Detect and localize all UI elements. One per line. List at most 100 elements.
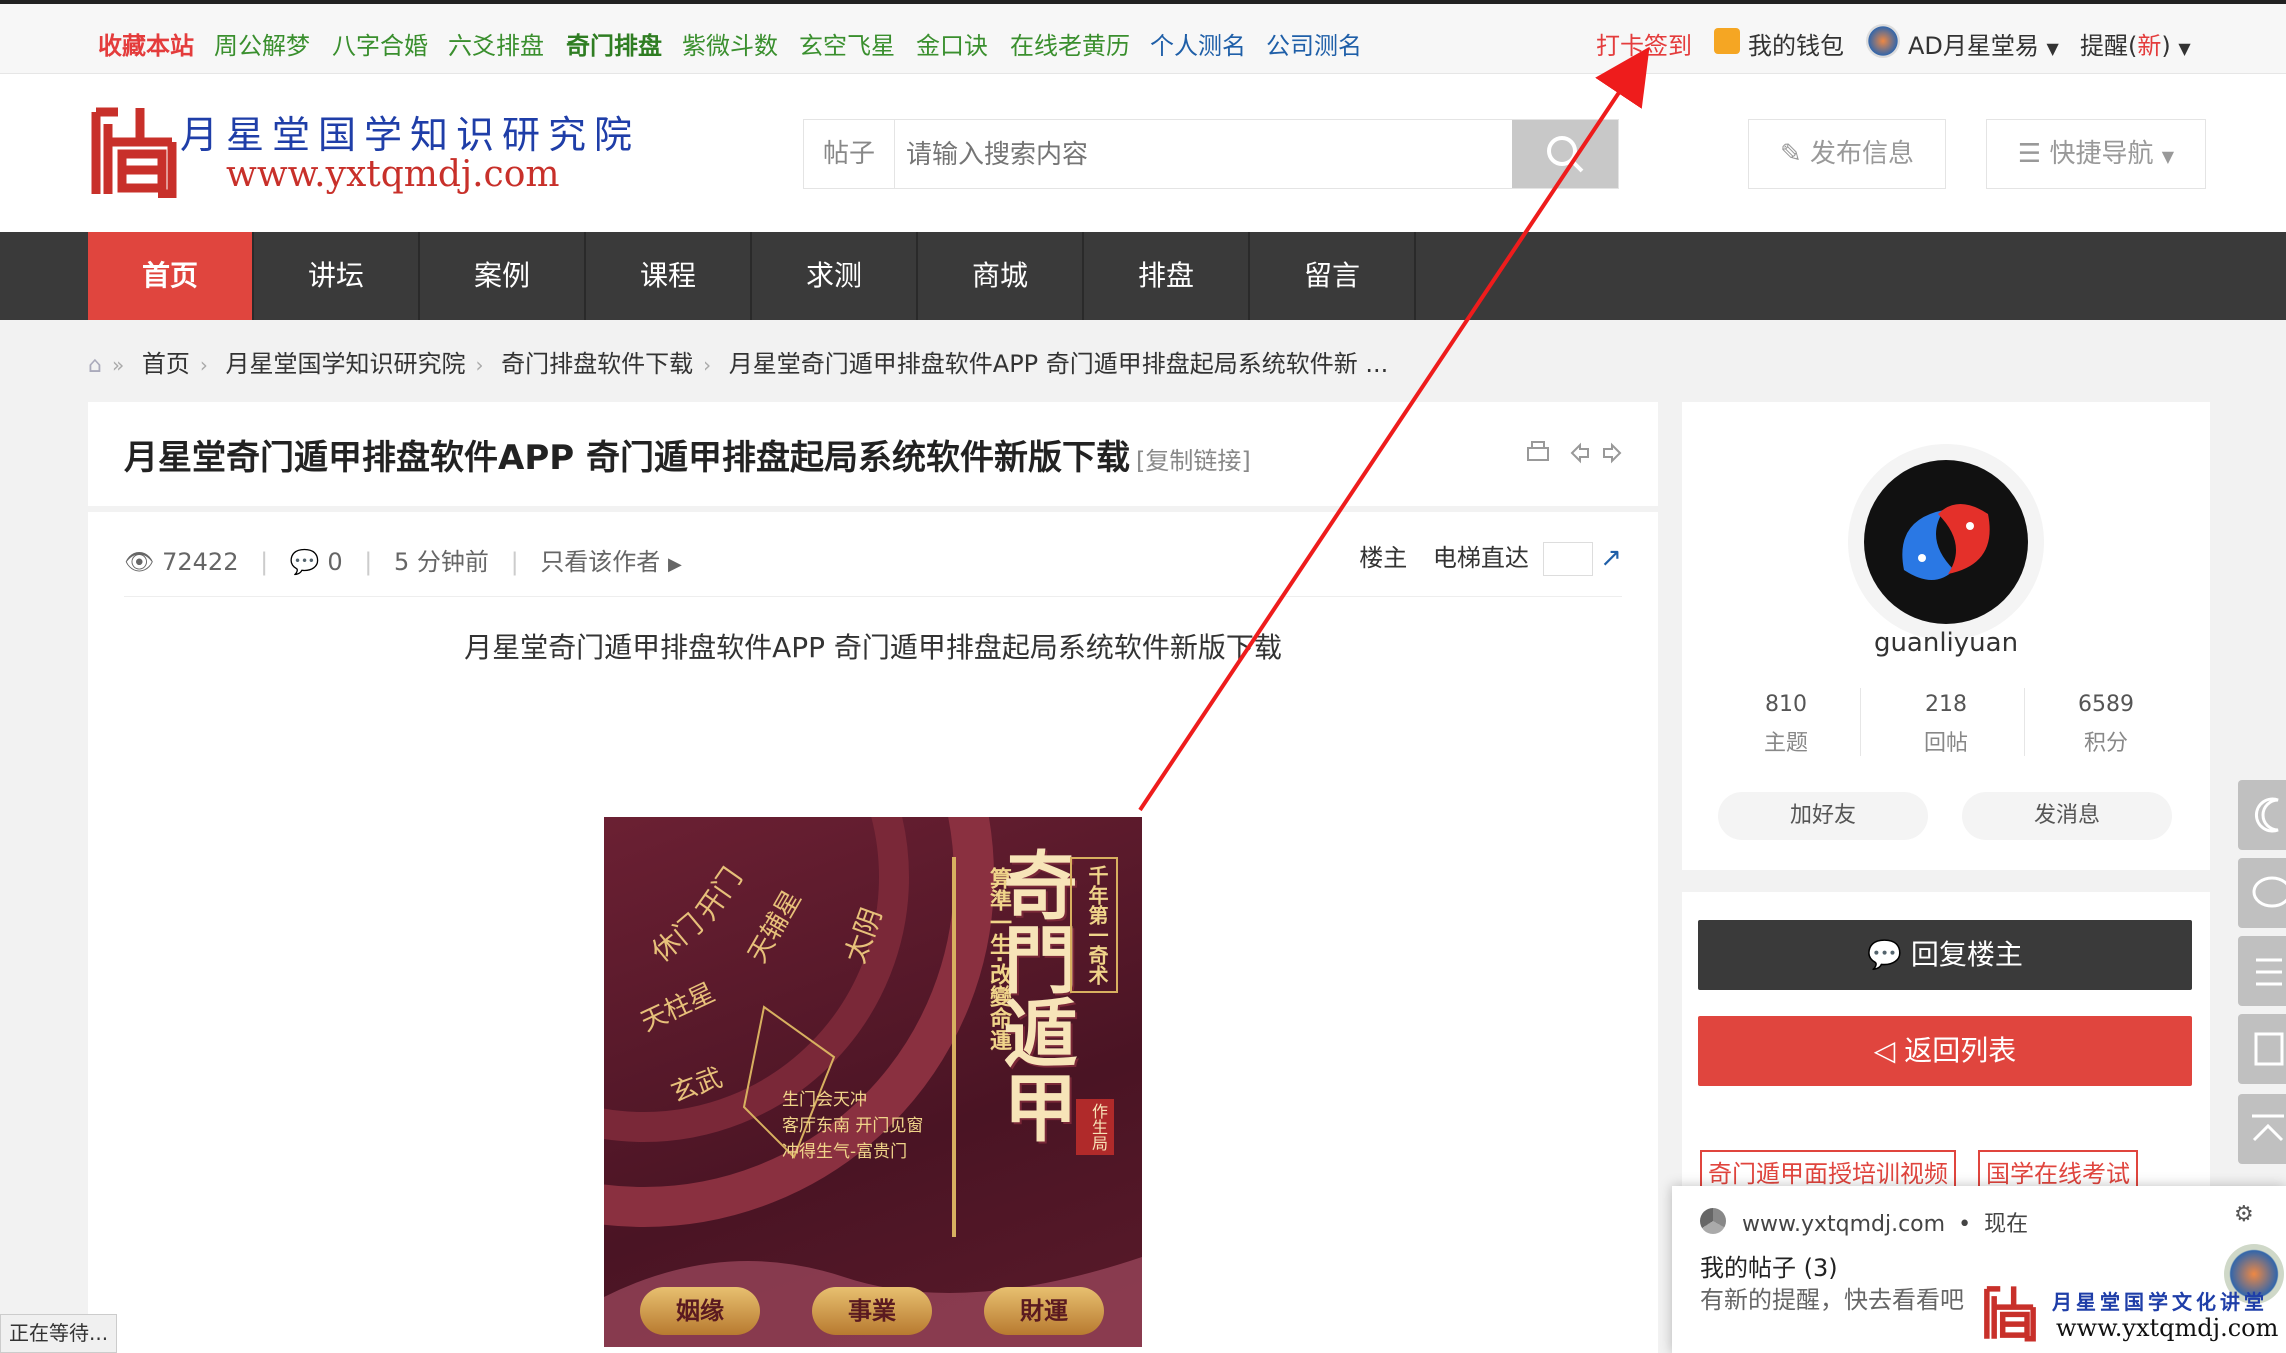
nav-home[interactable]: 首页 — [88, 232, 254, 320]
print-prev-next-icons[interactable] — [1524, 438, 1624, 468]
almanac-link[interactable]: 在线老黄历 — [1010, 26, 1130, 61]
breadcrumb-current[interactable]: 月星堂奇门遁甲排盘软件APP 奇门遁甲排盘起局系统软件新 ... — [729, 350, 1389, 378]
eye-icon: 👁 — [124, 548, 155, 576]
nav-shop[interactable]: 商城 — [918, 232, 1084, 320]
nav-guestbook[interactable]: 留言 — [1250, 232, 1416, 320]
ziwei-link[interactable]: 紫微斗数 — [682, 26, 778, 61]
author-profile-card: guanliyuan 810 主题 218 回帖 6589 积分 加好友 发消息 — [1682, 402, 2210, 870]
stat-label: 主题 — [1763, 731, 1808, 756]
breadcrumb-institute[interactable]: 月星堂国学知识研究院 — [226, 350, 466, 378]
liuyao-link[interactable]: 六爻排盘 — [448, 26, 544, 61]
copy-link[interactable]: [复制链接] — [1136, 447, 1251, 475]
remind-close: ) — [2161, 32, 2171, 60]
poster-button-marriage: 姻缘 — [640, 1287, 760, 1335]
caret-down-icon: ▼ — [2161, 147, 2175, 166]
caret-down-icon: ▼ — [2046, 39, 2059, 58]
author-username[interactable]: guanliyuan — [1682, 628, 2210, 658]
company-name-link[interactable]: 公司测名 — [1266, 26, 1362, 61]
logo-site-name[interactable]: 月星堂国学知识研究院 — [180, 104, 640, 159]
user-avatar-icon — [1866, 24, 1900, 58]
nav-cases[interactable]: 案例 — [420, 232, 586, 320]
stat-points[interactable]: 6589 积分 — [2026, 692, 2186, 757]
personal-name-link[interactable]: 个人测名 — [1150, 26, 1246, 61]
quicknav-button[interactable]: ☰ 快捷导航 ▼ — [1986, 119, 2206, 189]
dream-link[interactable]: 周公解梦 — [214, 26, 310, 61]
wallet-link[interactable]: 我的钱包 — [1748, 26, 1844, 61]
jinkoujue-link[interactable]: 金口诀 — [916, 26, 988, 61]
poster-subtitle-1: 千年第一奇术 — [1070, 857, 1118, 993]
notification-title: 我的帖子 (3) — [1700, 1254, 1838, 1282]
send-message-button[interactable]: 发消息 — [1962, 792, 2172, 840]
back-to-top-tool[interactable] — [2238, 1094, 2286, 1164]
search-type-select[interactable]: 帖子 — [804, 120, 895, 188]
caret-right-icon: ▶ — [667, 554, 682, 575]
bazi-link[interactable]: 八字合婚 — [332, 26, 428, 61]
home-icon[interactable]: ⌂ — [88, 353, 102, 378]
nav-forum[interactable]: 讲坛 — [254, 232, 420, 320]
moon-icon — [2255, 797, 2279, 833]
publish-button[interactable]: ✎ 发布信息 — [1748, 119, 1946, 189]
poster-caption-line: 生门会天冲 — [782, 1090, 867, 1110]
publish-label: 发布信息 — [1810, 139, 1915, 169]
breadcrumb-category[interactable]: 奇门排盘软件下载 — [501, 350, 693, 378]
remind-label: 提醒( — [2080, 32, 2138, 60]
list-icon: ☰ — [2017, 139, 2042, 169]
nav-courses[interactable]: 课程 — [586, 232, 752, 320]
avatar[interactable] — [1864, 460, 2028, 624]
notification-time: 现在 — [1984, 1212, 2029, 1237]
chat-bubble-icon: 💬 — [1867, 938, 1902, 971]
stat-label: 回帖 — [1923, 731, 1968, 756]
night-mode-tool[interactable] — [2238, 780, 2286, 850]
search-box: 帖子 — [803, 119, 1619, 189]
checkin-link[interactable]: 打卡签到 — [1596, 26, 1692, 61]
user-name: AD月星堂易 — [1908, 32, 2039, 60]
reply-owner-label: 回复楼主 — [1910, 938, 2023, 971]
site-header: 月星堂国学知识研究院 www.yxtqmdj.com 帖子 ✎ 发布信息 ☰ 快… — [0, 74, 2286, 232]
breadcrumb: ⌂» 首页 › 月星堂国学知识研究院 › 奇门排盘软件下载 › 月星堂奇门遁甲排盘软件… — [88, 350, 1389, 378]
stat-value: 810 — [1765, 692, 1807, 717]
remind-new: 新 — [2137, 32, 2162, 60]
post-time: 5 分钟前 — [394, 548, 489, 576]
stat-value: 6589 — [2078, 692, 2134, 717]
app-poster-image[interactable]: 休门 开门 天辅星 天柱星 玄武 太阴 生门会天冲 客厅东南 开门见窗 冲得生气… — [604, 817, 1142, 1347]
only-author-link[interactable]: 只看该作者 — [540, 548, 660, 576]
post-meta: 👁 72422 | 💬 0 | 5 分钟前 | 只看该作者 ▶ — [124, 548, 682, 576]
qimen-link[interactable]: 奇门排盘 — [566, 26, 662, 61]
stat-replies[interactable]: 218 回帖 — [1866, 692, 2026, 757]
comment-icon: 💬 — [289, 548, 320, 576]
elevator-go-icon[interactable]: ↗ — [1600, 543, 1622, 573]
logo-seal-icon[interactable] — [88, 102, 180, 198]
post-title: 月星堂奇门遁甲排盘软件APP 奇门遁甲排盘起局系统软件新版下载 [复制链接] — [124, 430, 1251, 479]
stat-topics[interactable]: 810 主题 — [1706, 692, 1866, 757]
gear-icon[interactable]: ⚙ — [2234, 1202, 2254, 1227]
nav-paipan[interactable]: 排盘 — [1084, 232, 1250, 320]
remind-menu[interactable]: 提醒(新) ▼ — [2080, 26, 2191, 61]
search-button[interactable] — [1512, 120, 1618, 188]
edit-icon: ✎ — [1779, 139, 1802, 169]
poster-caption-line: 客厅东南 开门见窗 — [782, 1116, 924, 1136]
back-to-list-button[interactable]: ◁ 返回列表 — [1698, 1016, 2192, 1086]
notification-site: www.yxtqmdj.com — [1742, 1212, 1946, 1237]
elevator-input[interactable] — [1542, 542, 1593, 576]
edit-tool[interactable] — [2238, 1014, 2286, 1084]
add-friend-button[interactable]: 加好友 — [1718, 792, 1928, 840]
user-menu[interactable]: AD月星堂易 ▼ — [1908, 26, 2059, 61]
meta-divider — [124, 596, 1622, 597]
bookmark-link[interactable]: 收藏本站 — [98, 26, 194, 61]
xuankong-link[interactable]: 玄空飞星 — [799, 26, 895, 61]
stat-divider — [2024, 688, 2025, 756]
floor-label: 楼主 — [1359, 544, 1408, 572]
breadcrumb-home[interactable]: 首页 — [142, 350, 190, 378]
post-title-card: 月星堂奇门遁甲排盘软件APP 奇门遁甲排盘起局系统软件新版下载 [复制链接] — [88, 402, 1658, 506]
view-count: 72422 — [162, 548, 239, 576]
post-body-heading: 月星堂奇门遁甲排盘软件APP 奇门遁甲排盘起局系统软件新版下载 — [464, 631, 1282, 664]
reply-owner-button[interactable]: 💬 回复楼主 — [1698, 920, 2192, 990]
comment-tool[interactable] — [2238, 858, 2286, 928]
watermark-url: www.yxtqmdj.com — [2056, 1314, 2279, 1342]
search-input[interactable] — [904, 128, 1508, 182]
list-tool[interactable] — [2238, 936, 2286, 1006]
nav-consult[interactable]: 求测 — [752, 232, 918, 320]
watermark-seal-icon — [1984, 1286, 2036, 1342]
browser-status-bar: 正在等待... — [0, 1314, 118, 1353]
logo-site-url[interactable]: www.yxtqmdj.com — [226, 154, 560, 195]
